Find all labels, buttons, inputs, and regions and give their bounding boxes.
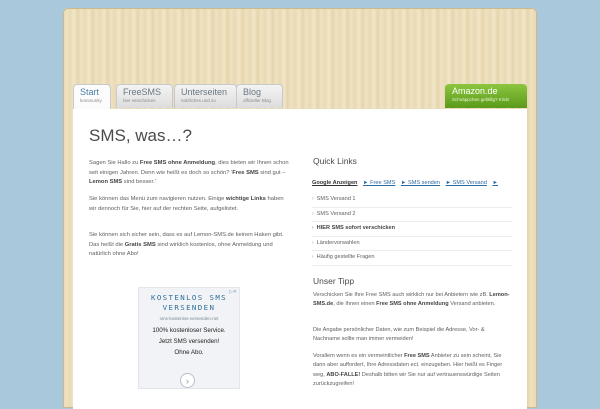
text-bold: Gratis SMS [124, 241, 156, 248]
ad-body-line: 100% kostenloser Service. [152, 327, 226, 334]
text-bold: Lemon SMS [89, 179, 123, 186]
ad-headline: KOSTENLOS SMS VERSENDEN [139, 293, 239, 313]
tab-label: FreeSMS [123, 87, 162, 97]
tip-paragraph: Verschicken Sie Ihre Free SMS auch wirkl… [313, 291, 513, 310]
text-bold: Free SMS ohne Anmeldung [139, 160, 216, 166]
text: Vorallem wenn es ein vermeintlicher [313, 353, 405, 359]
tab-unterseiten[interactable]: Unterseiten nützliches und so [174, 84, 237, 108]
tab-sublabel: nützliches und so [181, 98, 216, 103]
ad-headline-line: VERSENDEN [162, 303, 216, 312]
list-item-label: Ländervorwahlen [316, 239, 360, 246]
tip-title: Unser Tipp [313, 276, 355, 286]
text-bold: Free SMS ohne Anmeldung [376, 301, 449, 308]
text-bold: wichtige Links [225, 196, 266, 202]
text-bold: ABO-FALLE! [326, 371, 361, 378]
ad-link-more[interactable]: ► [492, 180, 498, 186]
tab-label: Start [80, 87, 100, 97]
list-item[interactable]: › Ländervorwahlen [312, 237, 512, 251]
chevron-right-icon: › [312, 210, 314, 217]
free-paragraph: Sie können sich sicher sein, dass es auf… [89, 231, 289, 260]
list-item[interactable]: › Häufig gestellte Fragen [312, 251, 512, 266]
google-ad-links: Google Anzeigen ► Free SMS ► SMS senden … [312, 180, 522, 186]
text-bold: Free SMS [404, 353, 430, 359]
tab-sublabel: Schnäppchen gefällig? Klick! [452, 97, 510, 102]
text: sind besser.' [122, 179, 156, 186]
ad-link-sms-senden[interactable]: ► SMS senden [401, 180, 440, 186]
tab-amazon[interactable]: Amazon.de Schnäppchen gefällig? Klick! [445, 84, 527, 108]
tab-sublabel: hier verschicken [123, 98, 156, 103]
ad-url: sms-kostenlos-versenden.net [159, 316, 219, 321]
text: sind gut – [258, 169, 286, 176]
text: Verschicken Sie Ihre Free SMS auch wirkl… [313, 292, 490, 298]
ad-box[interactable]: ▷✕ KOSTENLOS SMS VERSENDEN sms-kostenlos-… [138, 287, 240, 389]
tab-blog[interactable]: Blog offizieller Blog [236, 84, 283, 108]
ad-body: 100% kostenloser Service. Jetzt SMS verse… [139, 325, 239, 358]
quick-links-list: › SMS Versand 1 › SMS Versand 2 › HIER SMS … [312, 193, 512, 266]
tab-sublabel: kommunity [80, 98, 102, 103]
tab-start[interactable]: Start kommunity [73, 84, 111, 110]
list-item[interactable]: › SMS Versand 1 [312, 193, 512, 208]
text: Sie können das Menü zum navigieren nutze… [89, 196, 226, 202]
tab-label: Unterseiten [181, 87, 228, 97]
navigation-paragraph: Sie können das Menü zum navigieren nutze… [89, 195, 289, 214]
quick-links-title: Quick Links [313, 156, 357, 166]
tip-paragraph: Vorallem wenn es ein vermeintlicher Free… [313, 352, 513, 390]
ad-body-line: Ohne Abo. [174, 349, 204, 356]
tab-label: Blog [243, 87, 262, 97]
list-item-label: Häufig gestellte Fragen [316, 254, 375, 260]
ad-body-line: Jetzt SMS versenden! [158, 338, 220, 345]
tab-freesms[interactable]: FreeSMS hier verschicken [116, 84, 173, 108]
list-item-label: SMS Versand 1 [316, 196, 356, 202]
ad-arrow-icon[interactable]: › [180, 373, 195, 388]
chevron-right-icon: › [312, 239, 314, 246]
content-panel: SMS, was…? Sagen Sie Hallo zu Free SMS o… [73, 109, 527, 409]
ad-link-free-sms[interactable]: ► Free SMS [363, 180, 395, 186]
list-item[interactable]: › SMS Versand 2 [312, 208, 512, 222]
text-bold: Free SMS [232, 169, 259, 176]
tab-label: Amazon.de [452, 86, 498, 96]
tab-sublabel: offizieller Blog [243, 98, 271, 103]
ad-headline-line: KOSTENLOS SMS [150, 293, 228, 302]
chevron-right-icon: › [312, 254, 314, 260]
page-title: SMS, was…? [89, 126, 192, 145]
chevron-right-icon: › [312, 225, 314, 231]
list-item-label: SMS Versand 2 [316, 210, 356, 217]
intro-paragraph: Sagen Sie Hallo zu Free SMS ohne Anmeldu… [89, 159, 289, 188]
list-item[interactable]: › HIER SMS sofort verschicken [312, 222, 512, 237]
list-item-label: HIER SMS sofort verschicken [316, 225, 396, 231]
text: , die Ihnen einen [333, 301, 377, 308]
ad-link-sms-versand[interactable]: ► SMS Versand [446, 180, 487, 186]
google-ads-label[interactable]: Google Anzeigen [312, 180, 357, 186]
tip-paragraph: Die Angabe persönlicher Daten, wie zum B… [313, 327, 485, 343]
text: Versand anbieten. [448, 301, 496, 308]
text: Sagen Sie Hallo zu [89, 160, 140, 166]
chevron-right-icon: › [312, 196, 314, 202]
